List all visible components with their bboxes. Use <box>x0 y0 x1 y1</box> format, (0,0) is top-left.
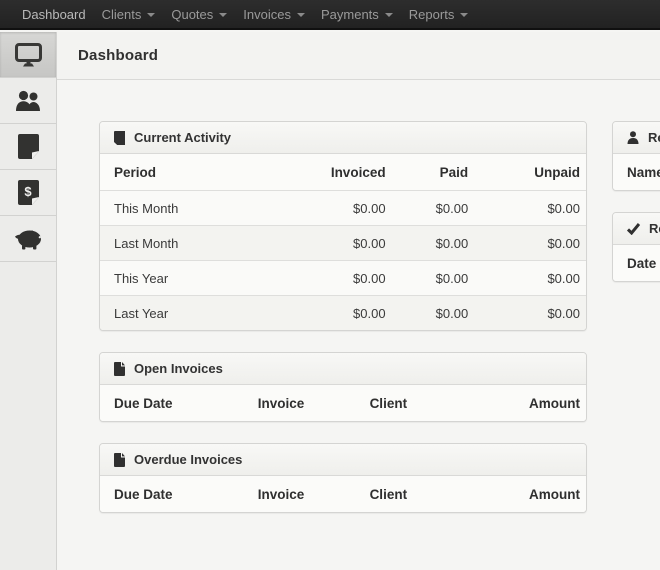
nav-menu: Dashboard Clients Quotes Invoices Paymen… <box>0 0 660 30</box>
file-icon <box>114 453 125 467</box>
nav-item-payments[interactable]: Payments <box>313 0 401 30</box>
invoiced-cell: $0.00 <box>314 236 392 251</box>
recent-clients-panel: Recent Clients Name <box>612 121 660 191</box>
column-header: Invoice <box>246 487 358 502</box>
sidebar-item-dashboard[interactable] <box>0 32 56 78</box>
invoiced-cell: $0.00 <box>314 306 392 321</box>
invoiced-cell: $0.00 <box>314 271 392 286</box>
monitor-icon <box>15 43 42 67</box>
person-icon <box>627 131 639 144</box>
panel-title: Recent Clients <box>648 130 660 145</box>
sidebar-item-invoices[interactable]: $ <box>0 170 56 216</box>
nav-item-label: Reports <box>409 7 455 22</box>
unpaid-cell: $0.00 <box>474 236 586 251</box>
column-header: Client <box>358 396 489 411</box>
chevron-down-icon <box>460 13 468 17</box>
column-header: Due Date <box>100 396 246 411</box>
panel-title: Current Activity <box>134 130 231 145</box>
piggy-bank-icon <box>14 228 43 250</box>
open-invoices-panel-header: Open Invoices <box>100 353 586 385</box>
nav-item-label: Invoices <box>243 7 291 22</box>
column-header: Invoice <box>246 396 358 411</box>
overdue-invoices-column-headers: Due Date Invoice Client Amount <box>100 476 586 512</box>
column-header: Amount <box>489 396 586 411</box>
sidebar-item-quotes[interactable] <box>0 124 56 170</box>
nav-item-clients[interactable]: Clients <box>94 0 164 30</box>
table-row: This Year $0.00 $0.00 $0.00 <box>100 260 586 295</box>
nav-item-label: Quotes <box>171 7 213 22</box>
document-icon <box>18 134 39 159</box>
overdue-invoices-panel: Overdue Invoices Due Date Invoice Client… <box>99 443 587 513</box>
check-icon <box>627 223 640 235</box>
dollar-document-icon: $ <box>18 180 39 205</box>
nav-item-quotes[interactable]: Quotes <box>163 0 235 30</box>
overdue-invoices-panel-header: Overdue Invoices <box>100 444 586 476</box>
column-header: Period <box>100 165 314 180</box>
top-navbar: Dashboard Clients Quotes Invoices Paymen… <box>0 0 660 30</box>
page-header-bar: Dashboard <box>57 32 660 80</box>
chevron-down-icon <box>219 13 227 17</box>
file-icon <box>114 362 125 376</box>
paid-cell: $0.00 <box>392 306 475 321</box>
nav-item-label: Payments <box>321 7 379 22</box>
column-header: Name <box>613 165 660 180</box>
icon-sidebar: $ <box>0 32 57 570</box>
nav-item-reports[interactable]: Reports <box>401 0 477 30</box>
period-cell: This Year <box>100 271 314 286</box>
panel-title: Overdue Invoices <box>134 452 242 467</box>
unpaid-cell: $0.00 <box>474 306 586 321</box>
current-activity-panel: Current Activity Period Invoiced Paid Un… <box>99 121 587 331</box>
paid-cell: $0.00 <box>392 236 475 251</box>
chevron-down-icon <box>147 13 155 17</box>
column-header: Due Date <box>100 487 246 502</box>
sidebar-item-payments[interactable] <box>0 216 56 262</box>
chevron-down-icon <box>297 13 305 17</box>
period-cell: This Month <box>100 201 314 216</box>
column-header: Invoiced <box>314 165 392 180</box>
nav-item-dashboard[interactable]: Dashboard <box>14 0 94 30</box>
unpaid-cell: $0.00 <box>474 201 586 216</box>
open-invoices-column-headers: Due Date Invoice Client Amount <box>100 385 586 421</box>
invoiced-cell: $0.00 <box>314 201 392 216</box>
recent-clients-column-headers: Name <box>613 154 660 190</box>
paid-cell: $0.00 <box>392 201 475 216</box>
table-row: This Month $0.00 $0.00 $0.00 <box>100 190 586 225</box>
unpaid-cell: $0.00 <box>474 271 586 286</box>
panel-title: Recent Payments <box>649 221 660 236</box>
recent-payments-column-headers: Date <box>613 245 660 281</box>
sidebar-item-clients[interactable] <box>0 78 56 124</box>
nav-item-invoices[interactable]: Invoices <box>235 0 313 30</box>
column-header: Client <box>358 487 489 502</box>
current-activity-column-headers: Period Invoiced Paid Unpaid <box>100 154 586 190</box>
period-cell: Last Year <box>100 306 314 321</box>
app-window: Dashboard Clients Quotes Invoices Paymen… <box>0 0 660 570</box>
period-cell: Last Month <box>100 236 314 251</box>
book-icon <box>114 131 125 145</box>
column-header: Paid <box>392 165 475 180</box>
main-content: Current Activity Period Invoiced Paid Un… <box>57 80 660 570</box>
people-icon <box>14 90 42 112</box>
column-header: Date <box>613 256 656 271</box>
page-title: Dashboard <box>57 47 158 64</box>
recent-payments-panel: Recent Payments Date <box>612 212 660 282</box>
svg-text:$: $ <box>24 184 32 199</box>
column-header: Amount <box>489 487 586 502</box>
nav-item-label: Clients <box>102 7 142 22</box>
table-row: Last Year $0.00 $0.00 $0.00 <box>100 295 586 330</box>
chevron-down-icon <box>385 13 393 17</box>
paid-cell: $0.00 <box>392 271 475 286</box>
panel-title: Open Invoices <box>134 361 223 376</box>
column-header: Unpaid <box>474 165 586 180</box>
current-activity-table-body: This Month $0.00 $0.00 $0.00 Last Month … <box>100 190 586 330</box>
current-activity-panel-header: Current Activity <box>100 122 586 154</box>
recent-clients-panel-header: Recent Clients <box>613 122 660 154</box>
table-row: Last Month $0.00 $0.00 $0.00 <box>100 225 586 260</box>
recent-payments-panel-header: Recent Payments <box>613 213 660 245</box>
open-invoices-panel: Open Invoices Due Date Invoice Client Am… <box>99 352 587 422</box>
nav-item-label: Dashboard <box>22 7 86 22</box>
